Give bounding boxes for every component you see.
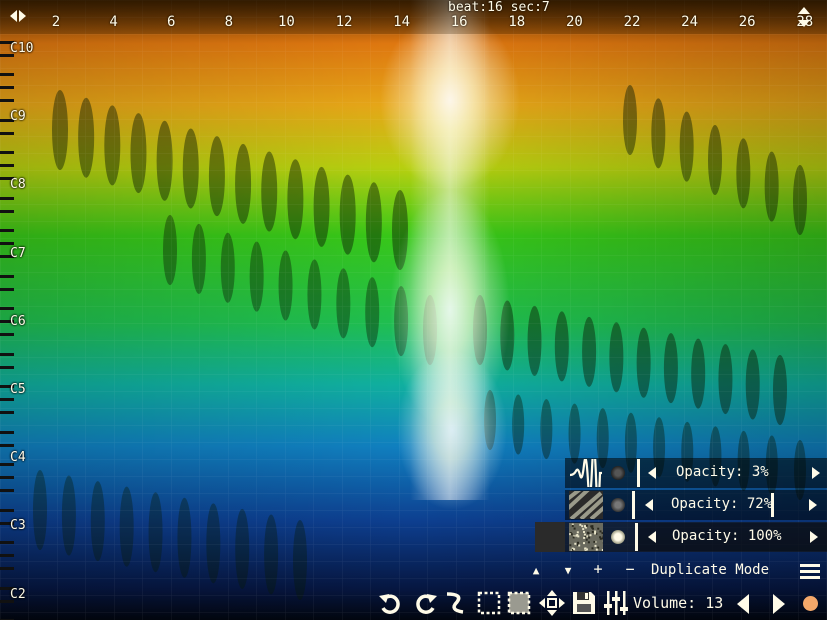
octave-label: C6 bbox=[10, 313, 26, 329]
play-icon[interactable] bbox=[773, 594, 785, 614]
collapse-vertical-icon[interactable] bbox=[792, 4, 816, 30]
black-key[interactable] bbox=[0, 567, 14, 570]
record-icon[interactable] bbox=[803, 596, 818, 611]
black-key[interactable] bbox=[0, 307, 14, 310]
beat-number: 4 bbox=[109, 14, 118, 30]
black-key[interactable] bbox=[0, 333, 14, 336]
octave-label: C4 bbox=[10, 450, 26, 466]
beat-number: 22 bbox=[623, 14, 641, 30]
stripes-texture-icon[interactable] bbox=[569, 491, 603, 519]
octave-label: C9 bbox=[10, 109, 26, 125]
octave-label: C10 bbox=[10, 41, 34, 56]
black-key[interactable] bbox=[0, 73, 14, 76]
black-key[interactable] bbox=[0, 443, 14, 447]
beat-number: 10 bbox=[277, 14, 295, 30]
menu-icon[interactable] bbox=[800, 564, 820, 580]
opacity-increase-icon[interactable] bbox=[809, 499, 817, 511]
opacity-decrease-icon[interactable] bbox=[648, 531, 656, 543]
opacity-decrease-icon[interactable] bbox=[648, 467, 656, 479]
black-key[interactable] bbox=[0, 489, 14, 492]
opacity-control[interactable]: Opacity: 3% bbox=[637, 459, 827, 487]
black-key[interactable] bbox=[0, 196, 14, 200]
black-key[interactable] bbox=[0, 365, 14, 369]
octave-label: C7 bbox=[10, 245, 26, 261]
tool-bar: Volume: 13 bbox=[375, 588, 827, 620]
beat-number: 14 bbox=[393, 14, 411, 30]
black-key[interactable] bbox=[0, 164, 14, 167]
opacity-label: Opacity: 72% bbox=[671, 496, 773, 512]
spectrogram-app: beat:16 sec:7 246810121416182022242628 C… bbox=[0, 0, 827, 620]
black-key[interactable] bbox=[0, 274, 14, 278]
duplicate-mode-button[interactable]: Duplicate Mode bbox=[651, 562, 769, 578]
mixer-sliders-icon[interactable] bbox=[603, 588, 631, 618]
remove-layer-button[interactable]: − bbox=[620, 560, 640, 578]
beat-number: 20 bbox=[565, 14, 583, 30]
opacity-control[interactable]: Opacity: 72% bbox=[632, 491, 827, 519]
layer-row: Opacity: 3% bbox=[565, 458, 827, 488]
rect-select-icon[interactable] bbox=[475, 588, 503, 618]
beat-number: 24 bbox=[681, 14, 699, 30]
black-key[interactable] bbox=[0, 287, 14, 291]
black-key[interactable] bbox=[0, 209, 14, 213]
black-key[interactable] bbox=[0, 541, 14, 544]
mode-bar: ▲ ▼ + − Duplicate Mode bbox=[520, 560, 827, 584]
opacity-label: Opacity: 100% bbox=[672, 528, 782, 544]
black-key[interactable] bbox=[0, 352, 14, 356]
opacity-increase-icon[interactable] bbox=[812, 467, 820, 479]
octave-label: C2 bbox=[10, 586, 26, 602]
noise-texture-icon[interactable] bbox=[569, 523, 603, 551]
black-key[interactable] bbox=[0, 86, 14, 89]
black-key[interactable] bbox=[0, 554, 14, 557]
move-up-button[interactable]: ▲ bbox=[526, 564, 546, 577]
layer-row: Opacity: 100% bbox=[535, 522, 827, 552]
beat-ruler[interactable]: beat:16 sec:7 246810121416182022242628 bbox=[0, 0, 827, 34]
black-key[interactable] bbox=[0, 508, 14, 512]
volume-readout: Volume: 13 bbox=[633, 594, 724, 612]
curve-tool-icon[interactable] bbox=[441, 588, 469, 618]
undo-icon[interactable] bbox=[377, 588, 405, 618]
layer-radio[interactable] bbox=[611, 498, 625, 512]
black-key[interactable] bbox=[0, 229, 14, 232]
black-key[interactable] bbox=[0, 398, 14, 401]
black-key[interactable] bbox=[0, 242, 14, 245]
playhead-flash-top bbox=[380, 10, 520, 190]
beat-number: 6 bbox=[166, 14, 176, 30]
beat-number: 12 bbox=[335, 14, 353, 30]
black-key[interactable] bbox=[0, 411, 14, 414]
layer-row-handle bbox=[535, 522, 565, 552]
layer-row: Opacity: 72% bbox=[565, 490, 827, 520]
redo-icon[interactable] bbox=[411, 588, 439, 618]
move-down-button[interactable]: ▼ bbox=[558, 564, 578, 577]
layer-radio-selected[interactable] bbox=[611, 530, 625, 544]
layer-radio[interactable] bbox=[611, 466, 625, 480]
beat-time-readout: beat:16 sec:7 bbox=[448, 0, 550, 15]
beat-number: 16 bbox=[450, 14, 468, 30]
collapse-left-icon[interactable] bbox=[6, 4, 30, 28]
beat-number: 8 bbox=[224, 14, 234, 30]
opacity-increase-icon[interactable] bbox=[810, 531, 818, 543]
opacity-slider-thumb[interactable] bbox=[771, 493, 774, 517]
waveform-icon[interactable] bbox=[569, 459, 603, 487]
beat-number: 18 bbox=[508, 14, 526, 30]
black-key[interactable] bbox=[0, 131, 14, 135]
beat-number: 2 bbox=[51, 14, 61, 30]
volume-down-icon[interactable] bbox=[737, 594, 749, 614]
piano-keyboard[interactable]: C10 C9 C8 C7 C6 C5 C4 C3 C2 bbox=[0, 34, 34, 620]
opacity-control[interactable]: Opacity: 100% bbox=[635, 523, 827, 551]
black-key[interactable] bbox=[0, 151, 14, 154]
opacity-decrease-icon[interactable] bbox=[645, 499, 653, 511]
add-layer-button[interactable]: + bbox=[588, 560, 608, 578]
octave-label: C3 bbox=[10, 518, 26, 534]
save-icon[interactable] bbox=[570, 588, 598, 618]
playhead-flash-bottom bbox=[397, 350, 507, 510]
octave-label: C5 bbox=[10, 382, 26, 397]
black-key[interactable] bbox=[0, 99, 14, 102]
fill-select-icon[interactable] bbox=[505, 588, 533, 618]
octave-label: C8 bbox=[10, 177, 26, 193]
black-key[interactable] bbox=[0, 430, 14, 434]
black-key[interactable] bbox=[0, 476, 14, 479]
beat-number: 26 bbox=[738, 14, 756, 30]
move-tool-icon[interactable] bbox=[538, 588, 566, 618]
opacity-label: Opacity: 3% bbox=[676, 464, 769, 480]
